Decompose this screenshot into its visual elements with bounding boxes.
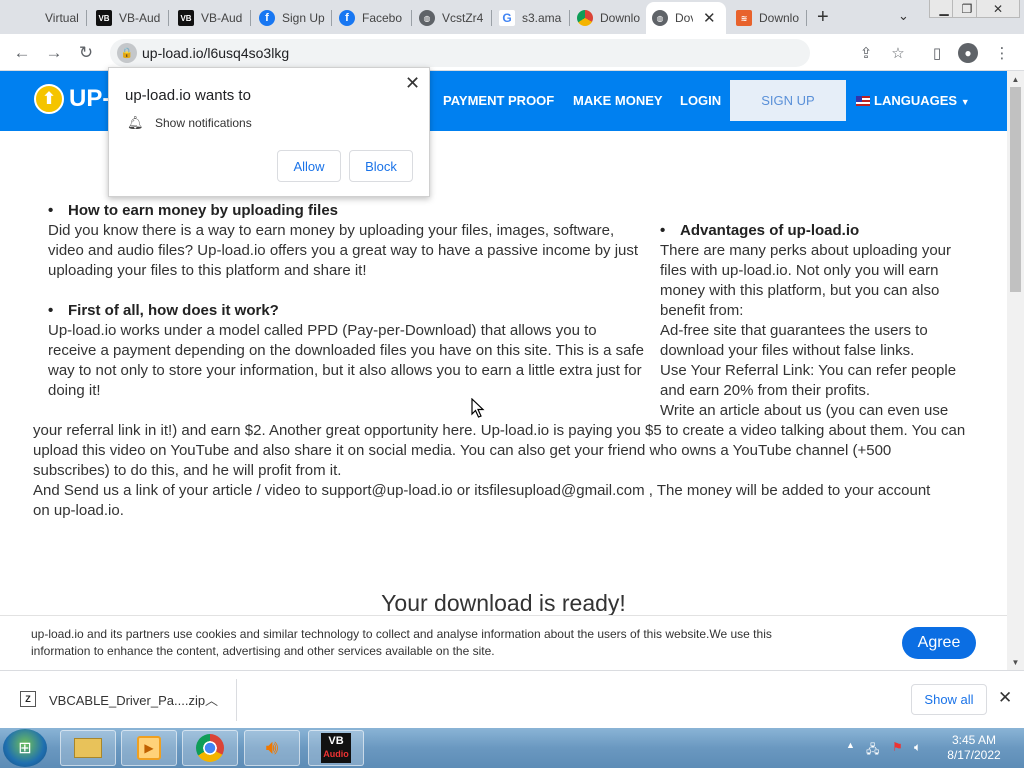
- start-button[interactable]: ⊞: [3, 729, 47, 767]
- nav-payment-proof[interactable]: PAYMENT PROOF: [443, 93, 554, 108]
- paragraph-advantages: There are many perks about uploading you…: [660, 242, 952, 319]
- chrome-icon[interactable]: [182, 730, 238, 766]
- star-icon[interactable]: ☆: [887, 42, 909, 64]
- popup-title: up-load.io wants to: [125, 87, 251, 104]
- block-button[interactable]: Block: [349, 150, 413, 182]
- windows-logo-icon: ⊞: [18, 740, 32, 757]
- share-icon[interactable]: ⇪: [855, 42, 877, 64]
- nav-login[interactable]: LOGIN: [680, 93, 721, 108]
- paragraph-earn-money: Did you know there is a way to earn mone…: [48, 222, 639, 279]
- heading-earn-money: How to earn money by uploading files: [48, 201, 338, 221]
- tab-separator: [331, 10, 332, 26]
- paragraph-contact: And Send us a link of your article / vid…: [33, 482, 931, 519]
- close-icon[interactable]: ✕: [703, 9, 716, 27]
- facebook-icon: f: [339, 10, 355, 26]
- browser-toolbar: ← → ↻ 🔒 up-load.io/l6usq4so3lkg ⇪ ☆ ▯ ● …: [0, 34, 1024, 71]
- signup-button[interactable]: SIGN UP: [730, 80, 846, 121]
- paragraph-referral: Use Your Referral Link: You can refer pe…: [660, 362, 957, 399]
- upload-arrow-icon[interactable]: ⬆: [34, 84, 64, 114]
- blank-icon: [16, 10, 38, 26]
- close-window-button[interactable]: ✕: [976, 0, 1020, 18]
- lock-icon[interactable]: 🔒: [117, 43, 137, 63]
- tab-download-2[interactable]: ≋ Downlo: [730, 4, 802, 32]
- url-text[interactable]: up-load.io/l6usq4so3lkg: [142, 45, 289, 61]
- close-icon[interactable]: ✕: [405, 73, 420, 94]
- globe-icon: ◍: [652, 10, 668, 26]
- show-all-button[interactable]: Show all: [911, 684, 987, 715]
- explorer-icon[interactable]: [60, 730, 116, 766]
- tab-separator: [86, 10, 87, 26]
- tab-separator: [491, 10, 492, 26]
- mouse-cursor-icon: [471, 398, 485, 418]
- tab-download-1[interactable]: Downlo: [571, 4, 643, 32]
- paragraph-how-it-works: Up-load.io works under a model called PP…: [48, 322, 644, 399]
- facebook-icon: f: [259, 10, 275, 26]
- cookie-banner: up-load.io and its partners use cookies …: [0, 615, 1007, 670]
- allow-button[interactable]: Allow: [277, 150, 341, 182]
- action-center-icon[interactable]: ⚑: [892, 740, 903, 754]
- forward-icon[interactable]: →: [42, 41, 66, 65]
- reload-icon[interactable]: ↻: [74, 41, 98, 65]
- tab-separator: [411, 10, 412, 26]
- chevron-up-icon[interactable]: ︿: [205, 690, 218, 709]
- scrollbar-thumb[interactable]: [1010, 87, 1021, 292]
- cookie-text: up-load.io and its partners use cookies …: [31, 627, 772, 658]
- windows-taskbar: ⊞ ▶ 🔊︎ VB Audio ▲ 🖧︎ ⚑ 🔈︎ 3:45 AM 8/17/20…: [0, 728, 1024, 768]
- google-icon: G: [499, 10, 515, 26]
- speaker-icon[interactable]: 🔊︎: [244, 730, 300, 766]
- vb-audio-icon: VB: [96, 10, 112, 26]
- tab-separator: [569, 10, 570, 26]
- scroll-down-icon[interactable]: ▼: [1007, 655, 1024, 669]
- tab-vcstzr4[interactable]: ◍ VcstZr4: [413, 4, 489, 32]
- us-flag-icon: [856, 96, 870, 106]
- plus-icon[interactable]: +: [817, 6, 829, 29]
- zip-file-icon[interactable]: Z: [20, 691, 36, 707]
- address-bar[interactable]: 🔒 up-load.io/l6usq4so3lkg: [110, 39, 810, 67]
- chrome-icon: [577, 10, 593, 26]
- popup-message: Show notifications: [155, 116, 252, 130]
- download-ready-heading: Your download is ready!: [381, 590, 626, 616]
- system-clock[interactable]: 3:45 AM 8/17/2022: [936, 733, 1012, 763]
- paragraph-article: your referral link in it!) and earn $2. …: [33, 422, 966, 479]
- back-icon[interactable]: ←: [10, 41, 34, 65]
- heading-how-it-works: First of all, how does it work?: [48, 301, 279, 321]
- tab-vb-audio-1[interactable]: VB VB-Aud: [90, 4, 164, 32]
- tab-s3-amazon[interactable]: G s3.ama: [493, 4, 567, 32]
- tab-separator: [168, 10, 169, 26]
- tab-separator: [250, 10, 251, 26]
- tab-facebook-signup[interactable]: f Sign Up: [253, 4, 329, 32]
- tab-download-active[interactable]: ◍ Dov ✕: [646, 2, 726, 34]
- notification-permission-popup: up-load.io wants to ✕ 🔔︎ Show notificati…: [108, 67, 430, 197]
- caret-down-icon: ▼: [960, 97, 970, 107]
- tab-separator: [806, 10, 807, 26]
- more-menu-icon[interactable]: ⋮: [991, 42, 1013, 64]
- paragraph-ad-free: Ad-free site that guarantees the users t…: [660, 322, 928, 359]
- download-bar: Z VBCABLE_Driver_Pa....zip ︿ Show all ✕: [0, 670, 1024, 728]
- tray-expand-icon[interactable]: ▲: [846, 740, 855, 750]
- paragraph-article-start: Write an article about us (you can even …: [660, 402, 949, 419]
- tab-facebook[interactable]: f Facebo: [333, 4, 409, 32]
- languages-menu[interactable]: LANGUAGES ▼: [856, 93, 970, 108]
- agree-button[interactable]: Agree: [902, 627, 976, 659]
- tab-vb-audio-2[interactable]: VB VB-Aud: [172, 4, 246, 32]
- globe-icon: ◍: [419, 10, 435, 26]
- vb-audio-icon: VB: [178, 10, 194, 26]
- site-logo[interactable]: UP-: [69, 85, 110, 113]
- network-icon[interactable]: 🖧︎: [866, 740, 879, 761]
- scroll-up-icon[interactable]: ▲: [1007, 72, 1024, 86]
- media-player-icon[interactable]: ▶: [121, 730, 177, 766]
- stack-icon: ≋: [736, 10, 752, 26]
- bell-icon: 🔔︎: [127, 115, 144, 130]
- heading-advantages: Advantages of up-load.io: [660, 221, 859, 241]
- nav-make-money[interactable]: MAKE MONEY: [573, 93, 663, 108]
- download-filename[interactable]: VBCABLE_Driver_Pa....zip: [49, 693, 205, 708]
- divider: [236, 679, 237, 721]
- vb-audio-icon[interactable]: VB Audio: [308, 730, 364, 766]
- sidepanel-icon[interactable]: ▯: [926, 42, 948, 64]
- chevron-down-icon[interactable]: ⌄: [898, 8, 909, 24]
- volume-icon[interactable]: 🔈︎: [914, 740, 921, 755]
- profile-avatar[interactable]: ●: [958, 43, 978, 63]
- close-icon[interactable]: ✕: [998, 688, 1012, 708]
- tab-virtual[interactable]: Virtual: [10, 4, 82, 32]
